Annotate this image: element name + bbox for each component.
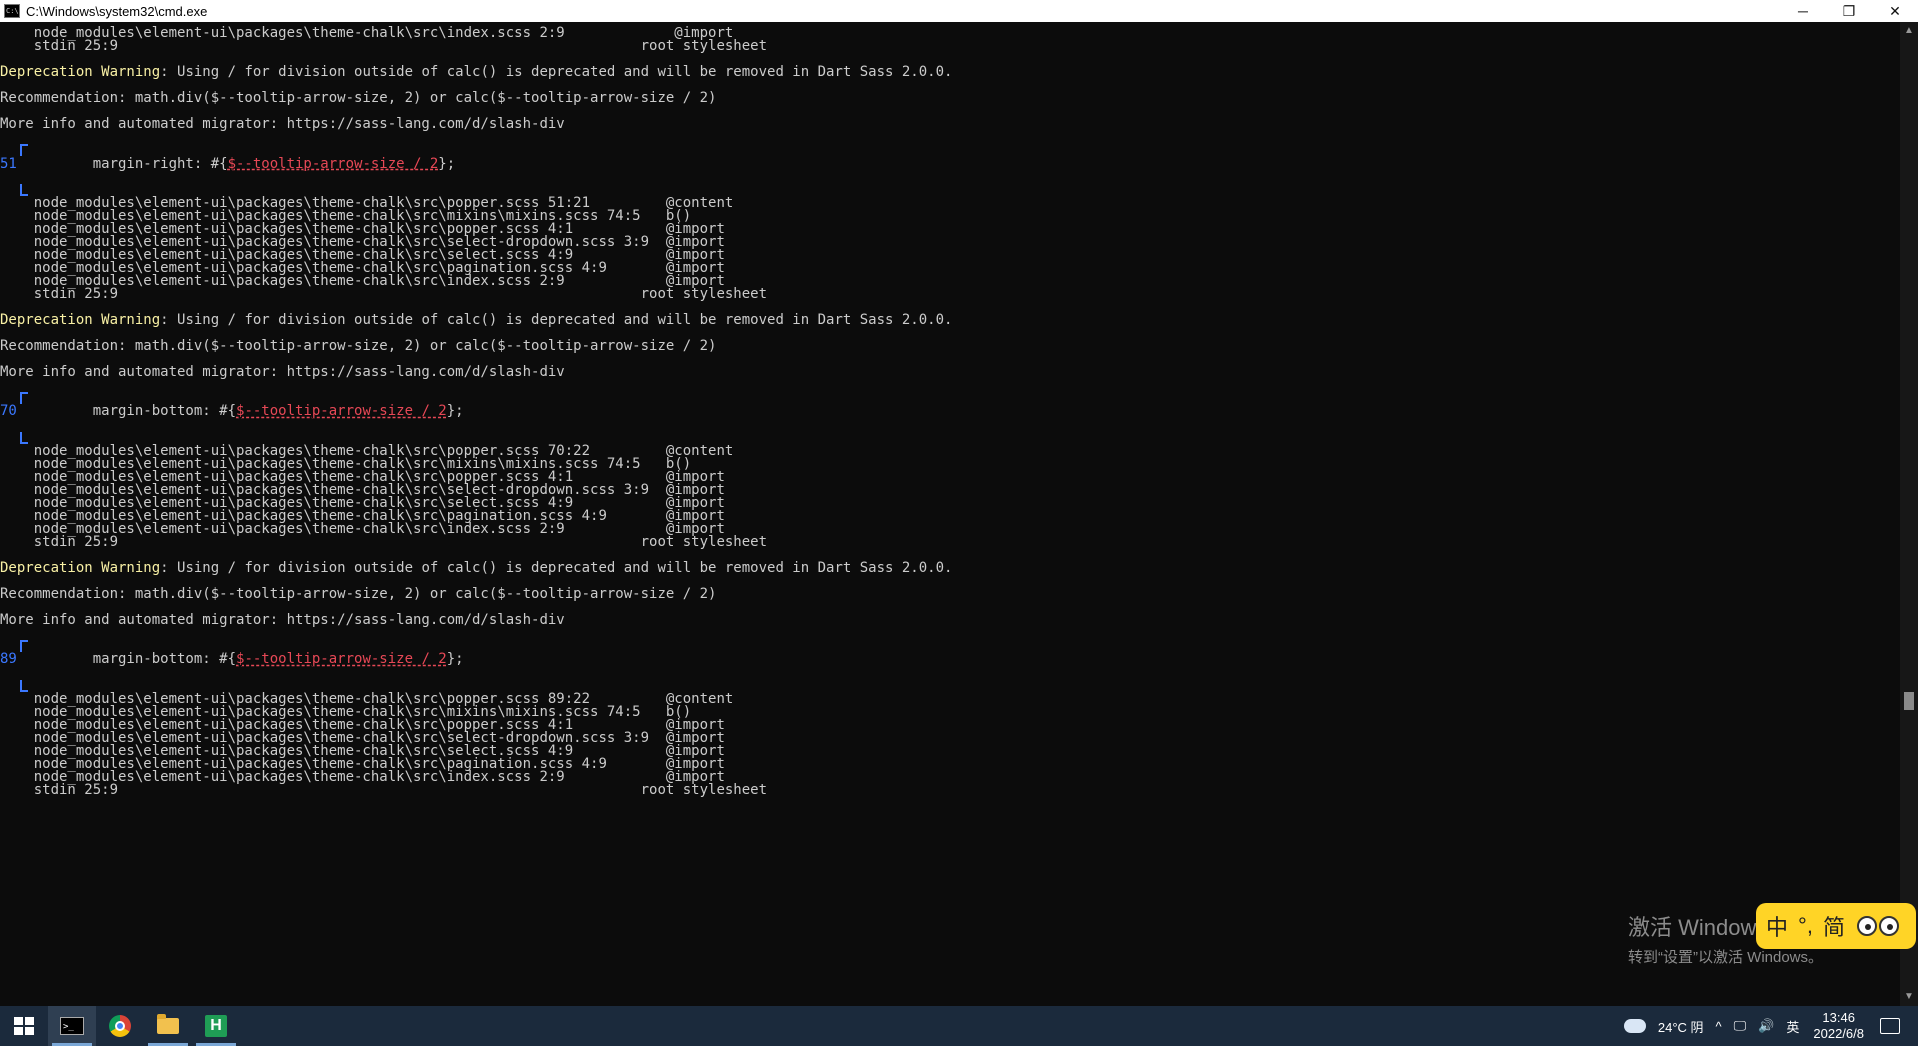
ime-lang-toggle[interactable]: 中 (1766, 910, 1788, 942)
scroll-down-icon[interactable]: ▼ (1900, 988, 1918, 1006)
notification-center-icon[interactable] (1880, 1018, 1900, 1034)
taskbar: >_ H 24°C 阴 ^ 🖵 🔊 英 13:46 2022/6/8 (0, 1006, 1918, 1046)
folder-icon (157, 1014, 179, 1034)
deprecation-warning-label: Deprecation Warning (0, 64, 161, 81)
source-code-prefix: margin-bottom: #{ (16, 651, 237, 668)
weather-text[interactable]: 24°C 阴 (1658, 1017, 1704, 1036)
ime-punct-toggle[interactable]: °, (1798, 913, 1813, 939)
tray-chevron-icon[interactable]: ^ (1716, 1019, 1722, 1034)
source-code-suffix: }; (446, 403, 464, 420)
console-scrollbar[interactable]: ▲ ▼ (1900, 22, 1918, 1006)
console-line: stdin 25:9 root stylesheet (0, 286, 768, 302)
console-line: stdin 25:9 root stylesheet (0, 533, 768, 550)
console-line: stdin 25:9 root stylesheet (0, 781, 768, 798)
source-code-suffix: }; (446, 651, 464, 668)
cmd-app-icon: C:\ (4, 4, 20, 18)
taskbar-app-explorer[interactable] (144, 1006, 192, 1046)
window-title: C:\Windows\system32\cmd.exe (26, 3, 208, 19)
clock-time: 13:46 (1822, 1010, 1855, 1025)
system-tray: 24°C 阴 ^ 🖵 🔊 英 13:46 2022/6/8 (1623, 1006, 1918, 1046)
console-line: Recommendation: math.div($--tooltip-arro… (0, 586, 717, 603)
deprecation-warning-label: Deprecation Warning (0, 312, 161, 329)
source-code-error-span: $--tooltip-arrow-size / 2 (236, 651, 447, 668)
console-line: More info and automated migrator: https:… (0, 116, 565, 133)
mascot-eye-icon (1878, 916, 1899, 936)
deprecation-warning-label: Deprecation Warning (0, 560, 161, 577)
terminal-icon: >_ (60, 1017, 84, 1035)
ime-mode-toggle[interactable]: 简 (1823, 910, 1845, 942)
console-line: stdin 25:9 root stylesheet (0, 38, 768, 55)
volume-icon[interactable]: 🔊 (1758, 1018, 1774, 1034)
source-line-number: 70 (0, 403, 17, 420)
scroll-up-icon[interactable]: ▲ (1900, 22, 1918, 40)
console-line: Recommendation: math.div($--tooltip-arro… (0, 338, 717, 355)
source-code-error-span: $--tooltip-arrow-size / 2 (236, 403, 447, 420)
start-button[interactable] (0, 1006, 48, 1046)
console-line: Recommendation: math.div($--tooltip-arro… (0, 90, 717, 107)
ime-toolbar[interactable]: 中 °, 简 (1756, 903, 1916, 949)
console-line: 51 margin-right: #{$--tooltip-arrow-size… (0, 156, 455, 172)
weather-cloud-icon[interactable] (1623, 1019, 1646, 1033)
console-line: Deprecation Warning: Using / for divisio… (0, 64, 952, 80)
console-line: More info and automated migrator: https:… (0, 612, 565, 629)
warning-message: : Using / for division outside of calc()… (160, 312, 953, 329)
source-code-prefix: margin-bottom: #{ (16, 403, 237, 420)
console-line: Deprecation Warning: Using / for divisio… (0, 560, 952, 576)
console-line: Deprecation Warning: Using / for divisio… (0, 312, 952, 328)
clock-date: 2022/6/8 (1813, 1026, 1864, 1041)
source-line-number: 89 (0, 651, 17, 668)
taskbar-app-cmd[interactable]: >_ (48, 1006, 96, 1046)
warning-message: : Using / for division outside of calc()… (160, 560, 953, 577)
input-language-indicator[interactable]: 英 (1786, 1017, 1799, 1036)
network-icon[interactable]: 🖵 (1734, 1018, 1747, 1034)
source-code-error-span: $--tooltip-arrow-size / 2 (227, 155, 439, 172)
mascot-eye-icon (1856, 916, 1877, 936)
source-code-suffix: }; (438, 155, 456, 172)
hbuilder-icon: H (205, 1015, 227, 1037)
console-line: 70 margin-bottom: #{$--tooltip-arrow-siz… (0, 403, 464, 419)
scroll-thumb[interactable] (1904, 692, 1914, 710)
close-button[interactable]: ✕ (1872, 0, 1918, 22)
taskbar-app-chrome[interactable] (96, 1006, 144, 1046)
console-line: 89 margin-bottom: #{$--tooltip-arrow-siz… (0, 651, 464, 667)
minimize-button[interactable]: ─ (1780, 0, 1826, 22)
source-code-prefix: margin-right: #{ (16, 155, 228, 172)
taskbar-app-hbuilder[interactable]: H (192, 1006, 240, 1046)
taskbar-clock[interactable]: 13:46 2022/6/8 (1813, 1010, 1864, 1042)
warning-message: : Using / for division outside of calc()… (160, 64, 953, 81)
source-line-number: 51 (0, 155, 17, 172)
console-line: More info and automated migrator: https:… (0, 364, 565, 381)
watermark-subtitle: 转到“设置”以激活 Windows。 (1628, 949, 1824, 966)
window-titlebar[interactable]: C:\ C:\Windows\system32\cmd.exe ─ ❐ ✕ (0, 0, 1918, 22)
restore-button[interactable]: ❐ (1826, 0, 1872, 22)
console-output[interactable]: node_modules\element-ui\packages\theme-c… (0, 22, 1900, 1006)
chrome-icon (109, 1015, 131, 1037)
windows-logo-icon (14, 1017, 34, 1035)
ime-mascot-icon[interactable] (1856, 916, 1899, 936)
